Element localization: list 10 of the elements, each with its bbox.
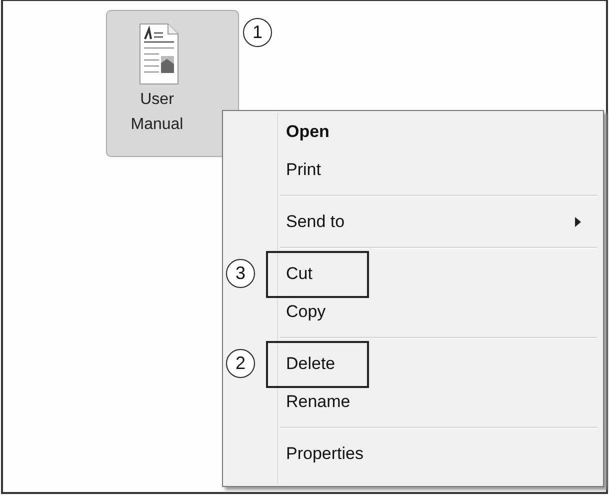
menu-item[interactable]: Rename bbox=[223, 383, 603, 421]
callout-number: 2 bbox=[226, 349, 255, 378]
menu-item[interactable]: Properties bbox=[223, 435, 603, 473]
callout-number: 3 bbox=[226, 259, 255, 288]
document-icon bbox=[139, 23, 179, 85]
callout-number: 1 bbox=[243, 18, 272, 47]
desktop-icon[interactable]: User Manual bbox=[106, 10, 239, 157]
icon-label: User Manual bbox=[130, 90, 184, 135]
menu-item[interactable]: Send to bbox=[223, 203, 603, 241]
menu-item[interactable]: Copy bbox=[223, 293, 603, 331]
